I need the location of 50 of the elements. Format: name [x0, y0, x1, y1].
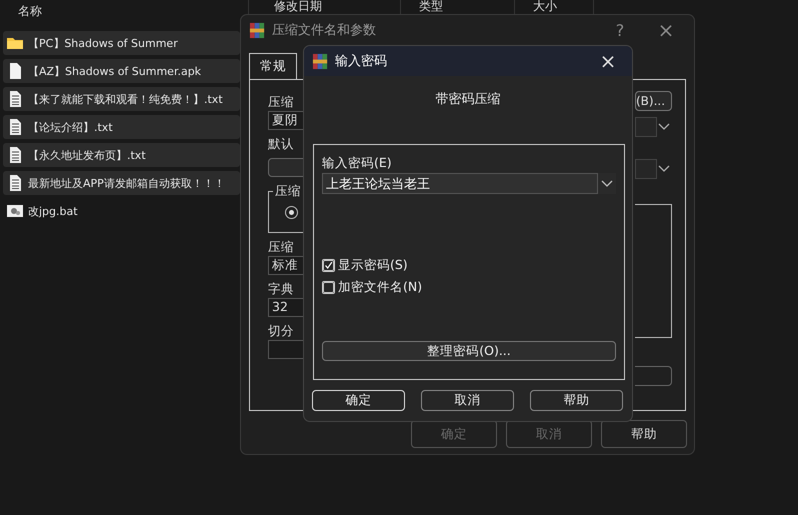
checkbox-option[interactable]: 显示密码(S): [322, 257, 616, 274]
file-name: 【永久地址发布页】.txt: [28, 148, 146, 162]
checkbox[interactable]: [322, 259, 335, 272]
dropdown-field[interactable]: [635, 159, 657, 179]
dialog-button[interactable]: 取消: [421, 390, 514, 411]
option-label: 显示密码(S): [338, 257, 408, 274]
checkbox[interactable]: [322, 281, 335, 294]
file-row[interactable]: 最新地址及APP请发邮箱自动获取！！！: [3, 171, 240, 195]
field-label: 字典: [268, 281, 295, 297]
browse-button[interactable]: (B)...: [635, 91, 672, 111]
chevron-down-icon: [657, 164, 671, 174]
file-name: 最新地址及APP请发邮箱自动获取！！！: [28, 176, 225, 190]
file-row[interactable]: 【论坛介绍】.txt: [3, 115, 240, 139]
file-row[interactable]: 改jpg.bat: [3, 199, 240, 223]
chevron-down-icon: [600, 178, 614, 188]
checkbox-option[interactable]: 加密文件名(N): [322, 279, 616, 296]
window-title: 压缩文件名和参数: [272, 22, 377, 39]
dialog-button[interactable]: 帮助: [530, 390, 623, 411]
help-button[interactable]: ?: [600, 20, 640, 40]
dropdown-button[interactable]: [598, 173, 616, 194]
books-icon: [249, 22, 266, 38]
file-name: 改jpg.bat: [28, 204, 78, 218]
file-name: 【PC】Shadows of Summer: [28, 36, 178, 50]
field-label: 压缩: [268, 239, 295, 255]
dialog-button[interactable]: 确定: [312, 390, 405, 411]
window-title: 输入密码: [335, 53, 388, 70]
field-label: 默认: [268, 136, 295, 152]
close-button[interactable]: ×: [646, 18, 686, 42]
field-label: 切分: [268, 323, 295, 339]
close-button[interactable]: ×: [588, 49, 628, 73]
password-field[interactable]: 上老王论坛当老王: [322, 173, 598, 194]
file-name: 【来了就能下载和观看！纯免费！】.txt: [28, 92, 223, 106]
chevron-down-icon: [657, 122, 671, 132]
file-row[interactable]: 【来了就能下载和观看！纯免费！】.txt: [3, 87, 240, 111]
file-row[interactable]: 【PC】Shadows of Summer: [3, 31, 240, 55]
field-label: 压缩: [268, 94, 295, 110]
file-row[interactable]: 【AZ】Shadows of Summer.apk: [3, 59, 240, 83]
organize-button[interactable]: 整理密码(O)...: [322, 341, 616, 361]
dialog-button[interactable]: 帮助: [601, 420, 687, 448]
field-label: 输入密码(E): [322, 155, 393, 172]
option-label: 加密文件名(N): [338, 279, 422, 296]
input-field[interactable]: [635, 366, 672, 386]
dropdown-field[interactable]: [635, 117, 657, 137]
dialog-heading: 带密码压缩: [434, 91, 502, 109]
tab[interactable]: 常规: [249, 53, 297, 79]
books-icon: [312, 52, 329, 70]
file-name: 【论坛介绍】.txt: [28, 120, 113, 134]
file-name: 【AZ】Shadows of Summer.apk: [28, 64, 202, 78]
radio-button[interactable]: [285, 206, 298, 218]
file-row[interactable]: 【永久地址发布页】.txt: [3, 143, 240, 167]
